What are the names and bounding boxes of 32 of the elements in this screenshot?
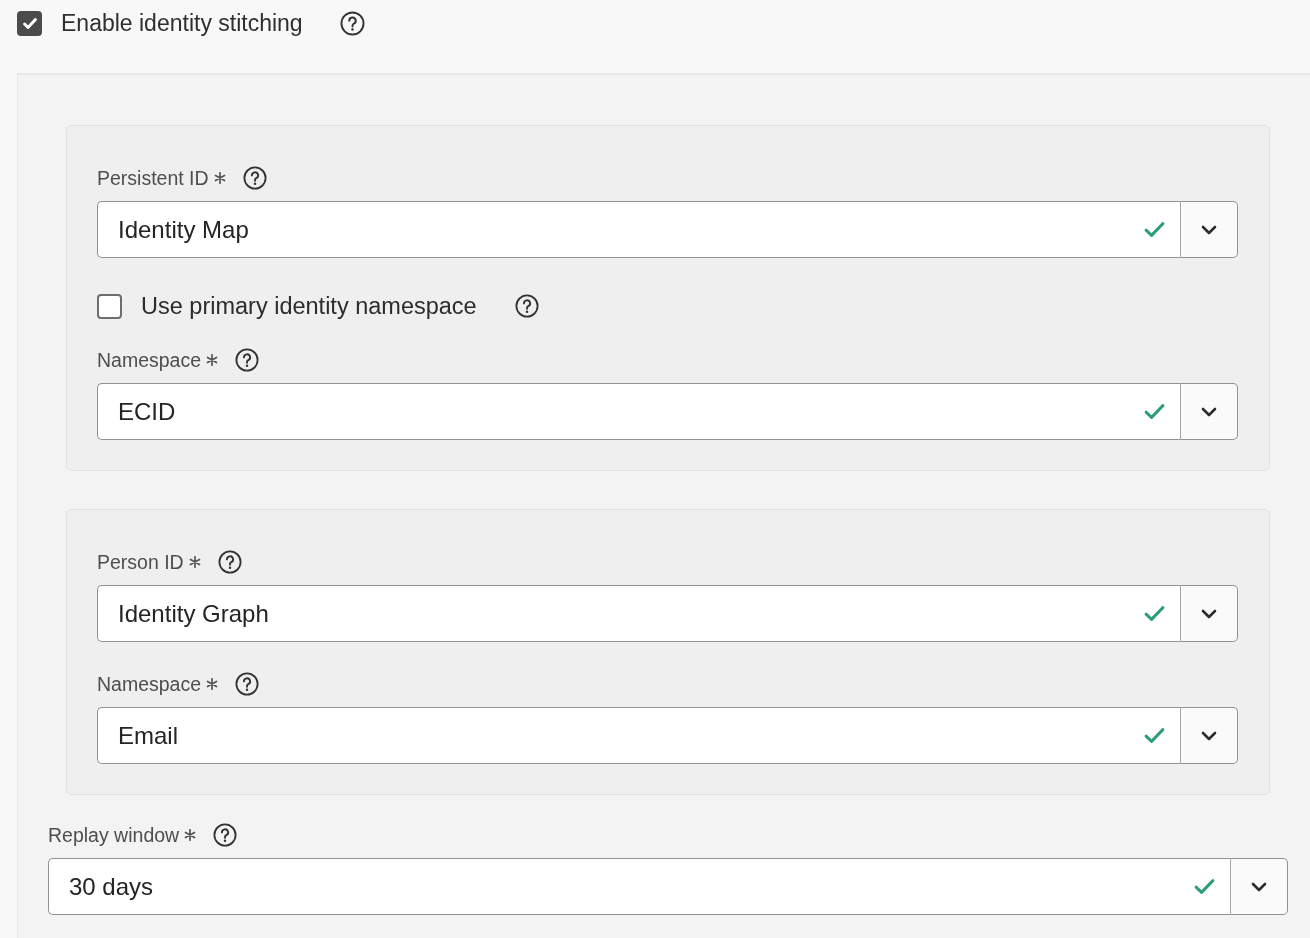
help-icon[interactable] (339, 11, 365, 36)
checkbox-label[interactable]: Enable identity stitching (61, 10, 303, 37)
field-label: Persistent ID (97, 166, 209, 190)
chevron-down-icon (1251, 881, 1267, 892)
chevron-down-icon (1201, 406, 1217, 417)
help-icon[interactable] (213, 823, 238, 847)
select-field[interactable]: Identity Graph (97, 585, 1181, 642)
select-field[interactable]: Identity Map (97, 201, 1181, 258)
checkbox[interactable] (17, 11, 42, 36)
field-label: Person ID (97, 550, 184, 574)
help-icon[interactable] (217, 550, 242, 574)
dropdown-button[interactable] (1231, 858, 1288, 915)
dropdown-button[interactable] (1181, 201, 1238, 258)
checkmark-icon (22, 17, 37, 30)
select-field[interactable]: ECID (97, 383, 1181, 440)
help-icon[interactable] (242, 166, 267, 190)
field-label: Replay window (48, 823, 180, 847)
chevron-down-icon (1201, 224, 1217, 235)
checkbox-label[interactable]: Use primary identity namespace (141, 292, 477, 320)
help-icon[interactable] (235, 348, 260, 372)
field-label: Namespace (97, 672, 202, 696)
dropdown-button[interactable] (1181, 707, 1238, 764)
chevron-down-icon (1201, 730, 1217, 741)
help-icon[interactable] (514, 294, 539, 318)
help-icon[interactable] (235, 672, 260, 696)
field-label: Namespace (97, 348, 202, 372)
select-field[interactable]: Email (97, 707, 1181, 764)
chevron-down-icon (1201, 608, 1217, 619)
dropdown-button[interactable] (1181, 383, 1238, 440)
select-field[interactable]: 30 days (48, 858, 1231, 915)
checkbox[interactable] (97, 293, 122, 319)
dropdown-button[interactable] (1181, 585, 1238, 642)
